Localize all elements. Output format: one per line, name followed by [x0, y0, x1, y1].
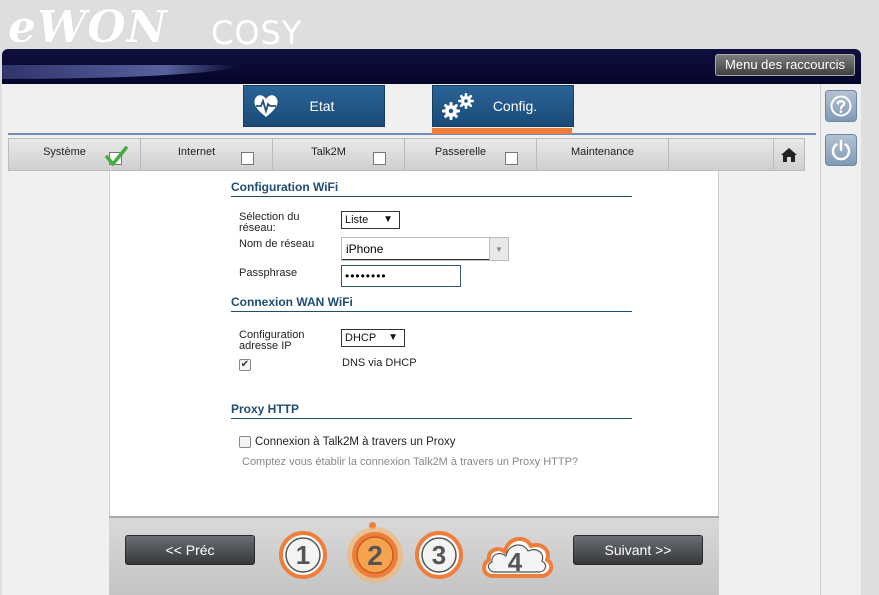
dropdown-arrow-icon: ▼ [388, 332, 398, 343]
section-title-wifi: Configuration WiFi [231, 180, 632, 197]
power-button[interactable] [825, 134, 857, 166]
network-selection-select[interactable]: Liste ▼ [341, 211, 400, 229]
network-name-value: iPhone [342, 238, 489, 260]
proxy-checkbox[interactable] [239, 436, 251, 448]
dropdown-arrow-icon: ▼ [495, 244, 503, 254]
checkmark-icon: ✔ [240, 359, 250, 370]
section-title-wan: Connexion WAN WiFi [231, 295, 632, 312]
tab-etat-label: Etat [309, 98, 335, 114]
section-title-proxy: Proxy HTTP [231, 402, 632, 419]
step-3-button[interactable]: 3 [414, 530, 464, 580]
tab-config-label: Config. [492, 98, 538, 114]
home-icon [781, 147, 797, 162]
ip-config-value: DHCP [345, 332, 377, 344]
subnav-item-systeme[interactable]: Système [9, 139, 141, 170]
top-banner: Menu des raccourcis [2, 49, 861, 84]
tab-divider-line [8, 133, 816, 135]
subnav-status-box [241, 152, 254, 165]
main-page: Etat Config. Système Internet Talk2M Pas… [2, 84, 820, 595]
proxy-hint: Comptez vous établir la connexion Talk2M… [242, 456, 579, 468]
tab-etat[interactable]: Etat [243, 85, 385, 127]
subnav-item-label: Maintenance [571, 146, 634, 158]
form-panel: Configuration WiFi Sélection du réseau: … [109, 171, 719, 516]
passphrase-input[interactable]: •••••••• [341, 265, 461, 287]
gears-icon [442, 93, 474, 120]
step-4-cloud-button[interactable]: 4 [479, 528, 554, 580]
network-selection-value: Liste [345, 214, 369, 226]
step-2-button[interactable]: 2 [345, 525, 405, 585]
checkmark-icon [105, 146, 128, 166]
brand-product: COSY [211, 14, 303, 52]
home-button[interactable] [774, 139, 804, 170]
active-tab-indicator [432, 128, 572, 134]
heart-pulse-icon [254, 95, 278, 117]
combo-dropdown-button[interactable]: ▼ [489, 238, 508, 260]
brand-logo: eWON [8, 2, 168, 53]
network-selection-label: Sélection du réseau: [239, 211, 300, 234]
ip-config-select[interactable]: DHCP ▼ [341, 329, 405, 347]
step-number: 1 [296, 540, 310, 570]
shortcuts-menu-button[interactable]: Menu des raccourcis [715, 54, 855, 76]
proxy-checkbox-label: Connexion à Talk2M à travers un Proxy [255, 436, 456, 448]
step-number: 4 [508, 547, 523, 577]
power-icon [831, 139, 851, 161]
tab-config[interactable]: Config. [432, 85, 574, 127]
subnav-item-passerelle[interactable]: Passerelle [405, 139, 537, 170]
dns-via-dhcp-checkbox[interactable]: ✔ [239, 359, 251, 371]
banner-decoration [2, 65, 237, 79]
config-subnav: Système Internet Talk2M Passerelle Maint… [8, 138, 805, 171]
network-name-label: Nom de réseau [239, 238, 315, 250]
subnav-status-box [505, 152, 518, 165]
previous-button[interactable]: << Préc [125, 535, 255, 565]
dns-via-dhcp-label: DNS via DHCP [342, 357, 417, 369]
subnav-item-talk2m[interactable]: Talk2M [273, 139, 405, 170]
step-1-button[interactable]: 1 [278, 530, 328, 580]
brand-header: eWON COSY [6, 0, 426, 53]
subnav-spacer [669, 139, 774, 170]
next-button[interactable]: Suivant >> [573, 535, 703, 565]
side-panel [820, 84, 861, 595]
network-name-combobox[interactable]: iPhone ▼ [341, 237, 509, 261]
step-number: 2 [367, 540, 383, 571]
passphrase-label: Passphrase [239, 267, 298, 279]
wizard-footer: << Préc 1 2 3 4 Suivant >> [109, 516, 719, 595]
subnav-item-maintenance[interactable]: Maintenance [537, 139, 669, 170]
subnav-status-box [373, 152, 386, 165]
step-number: 3 [432, 540, 446, 570]
subnav-item-internet[interactable]: Internet [141, 139, 273, 170]
help-icon [830, 95, 852, 117]
help-button[interactable] [825, 90, 857, 122]
dropdown-arrow-icon: ▼ [383, 214, 393, 225]
ip-config-label: Configuration adresse IP [239, 329, 305, 352]
